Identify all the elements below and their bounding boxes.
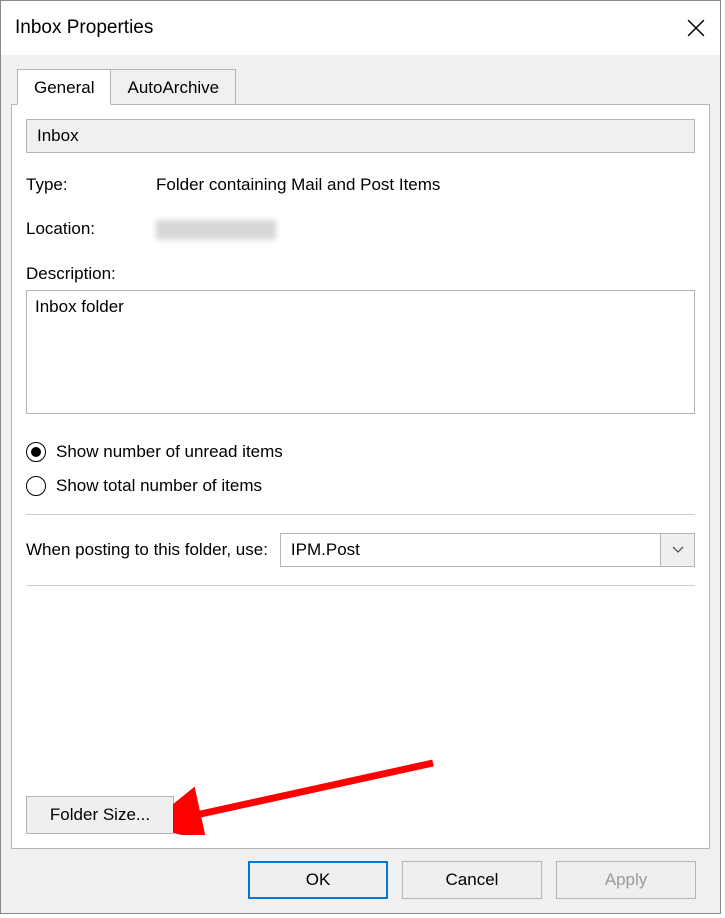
tabpanel-general: Inbox Type: Folder containing Mail and P…	[11, 104, 710, 849]
type-value: Folder containing Mail and Post Items	[156, 175, 695, 195]
location-value	[156, 219, 695, 240]
divider	[26, 585, 695, 586]
row-type: Type: Folder containing Mail and Post It…	[26, 175, 695, 195]
row-location: Location:	[26, 219, 695, 240]
dialog-title: Inbox Properties	[15, 17, 153, 39]
posting-label: When posting to this folder, use:	[26, 540, 268, 560]
inbox-properties-dialog: Inbox Properties General AutoArchive Inb…	[0, 0, 721, 914]
tab-general[interactable]: General	[17, 69, 111, 105]
tabstrip: General AutoArchive	[17, 69, 710, 104]
location-label: Location:	[26, 219, 156, 240]
divider	[26, 514, 695, 515]
cancel-button[interactable]: Cancel	[402, 861, 542, 899]
close-button[interactable]	[672, 9, 720, 47]
apply-button: Apply	[556, 861, 696, 899]
ok-button[interactable]: OK	[248, 861, 388, 899]
titlebar: Inbox Properties	[1, 1, 720, 55]
radio-label-total: Show total number of items	[56, 476, 262, 496]
folder-size-button[interactable]: Folder Size...	[26, 796, 174, 834]
radio-icon	[26, 476, 46, 496]
tab-autoarchive[interactable]: AutoArchive	[110, 69, 236, 104]
chevron-down-icon	[672, 546, 684, 554]
radio-show-unread[interactable]: Show number of unread items	[26, 442, 695, 462]
type-label: Type:	[26, 175, 156, 195]
folder-name-field[interactable]: Inbox	[26, 119, 695, 153]
description-label: Description:	[26, 264, 695, 284]
redacted-location	[156, 220, 276, 240]
description-input[interactable]	[26, 290, 695, 414]
button-bar: OK Cancel Apply	[11, 849, 710, 913]
radio-label-unread: Show number of unread items	[56, 442, 283, 462]
radio-icon	[26, 442, 46, 462]
posting-combo[interactable]: IPM.Post	[280, 533, 695, 567]
combo-dropdown-button[interactable]	[660, 534, 694, 566]
posting-combo-value: IPM.Post	[281, 534, 660, 566]
content-area: General AutoArchive Inbox Type: Folder c…	[1, 55, 720, 913]
posting-row: When posting to this folder, use: IPM.Po…	[26, 533, 695, 567]
close-icon	[687, 19, 705, 37]
radio-show-total[interactable]: Show total number of items	[26, 476, 695, 496]
